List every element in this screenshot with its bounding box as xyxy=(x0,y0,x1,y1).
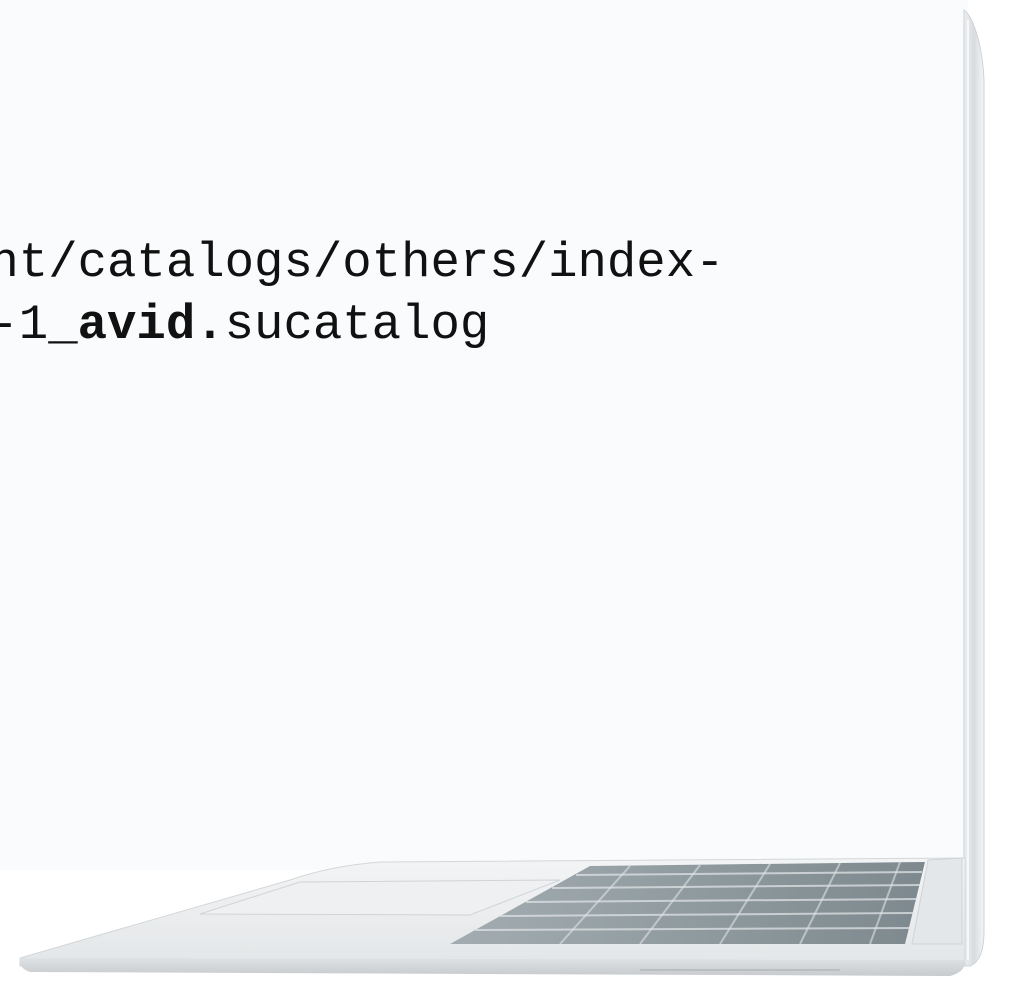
laptop-base xyxy=(19,857,966,976)
laptop-illustration: ent/catalogs/others/index-l-1_avid.sucat… xyxy=(0,0,1012,995)
